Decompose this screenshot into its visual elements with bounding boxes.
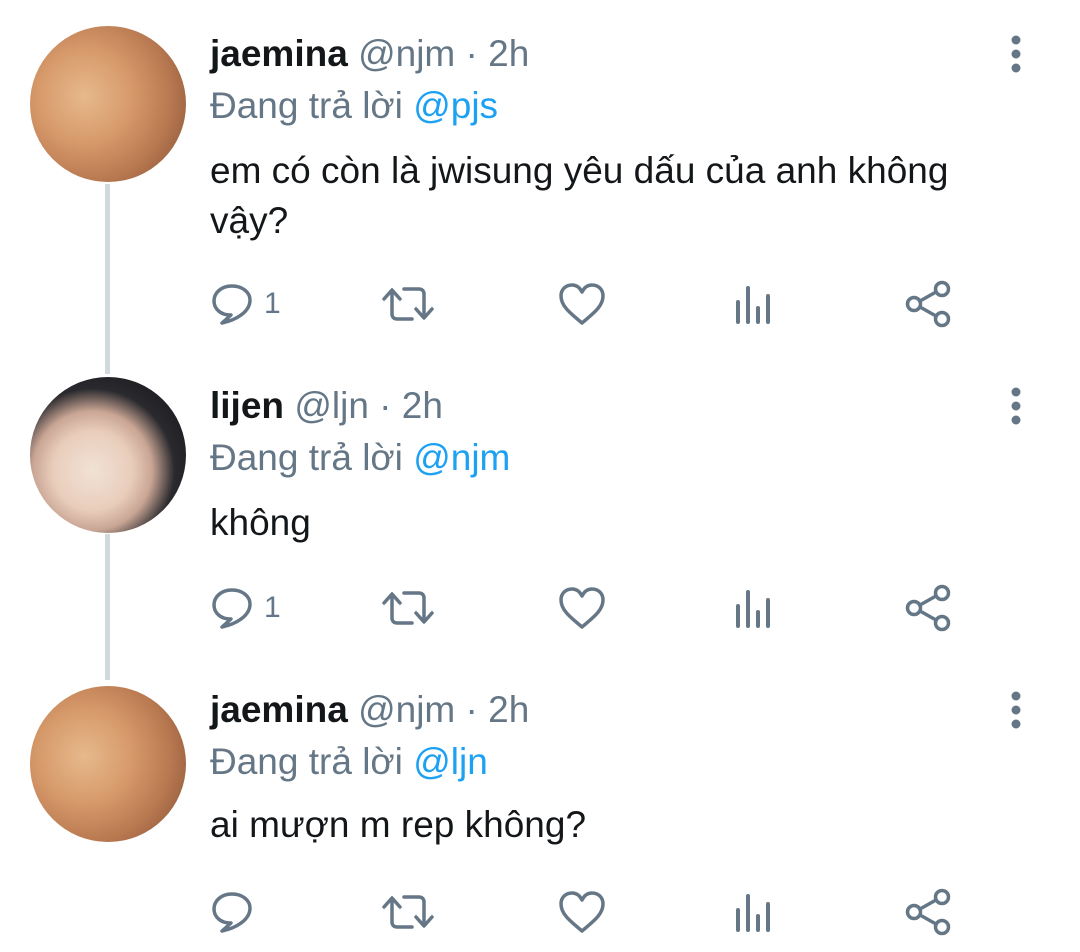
tweet-text: ai mượn m rep không?	[210, 804, 587, 845]
retweet-button[interactable]	[382, 888, 434, 936]
tweet-actions: 1	[210, 584, 970, 632]
share-button[interactable]	[904, 584, 952, 632]
replying-to: Đang trả lời @pjs	[210, 84, 498, 128]
reply-count: 1	[264, 591, 281, 624]
timestamp[interactable]: 2h	[402, 385, 443, 426]
share-button[interactable]	[904, 280, 952, 328]
tweet-text: không	[210, 502, 311, 543]
user-handle[interactable]: @njm	[358, 689, 455, 730]
analytics-button[interactable]	[734, 888, 774, 936]
thread-connector-line	[105, 534, 110, 680]
tweet-actions: 1	[210, 280, 970, 328]
retweet-icon	[382, 287, 434, 321]
tweet-thread: jaemina @njm · 2h Đang trả lời @pjs em c…	[0, 0, 1080, 952]
reply-icon	[212, 284, 252, 325]
analytics-icon	[736, 286, 770, 324]
analytics-button[interactable]	[734, 280, 774, 328]
analytics-icon	[736, 894, 770, 932]
replying-to-label: Đang trả lời	[210, 741, 403, 782]
tweet-header: lijen @ljn · 2h	[210, 384, 443, 428]
reply-icon	[212, 892, 252, 933]
more-vertical-icon[interactable]	[1004, 386, 1028, 426]
reply-icon	[212, 588, 252, 629]
like-icon	[559, 283, 605, 325]
reply-button[interactable]	[210, 888, 264, 936]
separator-dot: ·	[379, 385, 392, 426]
user-handle[interactable]: @ljn	[294, 385, 369, 426]
separator-dot: ·	[465, 689, 478, 730]
share-icon	[905, 584, 951, 632]
mention-link[interactable]: @ljn	[413, 741, 488, 782]
more-vertical-icon[interactable]	[1004, 690, 1028, 730]
share-button[interactable]	[904, 888, 952, 936]
tweet-actions	[210, 888, 970, 936]
avatar[interactable]	[30, 377, 186, 533]
mention-link[interactable]: @pjs	[413, 85, 498, 126]
share-icon	[905, 888, 951, 936]
analytics-button[interactable]	[734, 584, 774, 632]
like-button[interactable]	[558, 888, 606, 936]
tweet-header: jaemina @njm · 2h	[210, 32, 529, 76]
separator-dot: ·	[465, 33, 478, 74]
avatar[interactable]	[30, 26, 186, 182]
mention-link[interactable]: @njm	[413, 437, 510, 478]
like-button[interactable]	[558, 584, 606, 632]
display-name[interactable]: jaemina	[210, 689, 348, 730]
retweet-button[interactable]	[382, 280, 434, 328]
more-vertical-icon[interactable]	[1004, 34, 1028, 74]
tweet-header: jaemina @njm · 2h	[210, 688, 529, 732]
retweet-icon	[382, 895, 434, 929]
retweet-button[interactable]	[382, 584, 434, 632]
reply-count: 1	[264, 287, 281, 320]
replying-to-label: Đang trả lời	[210, 85, 403, 126]
reply-button[interactable]: 1	[210, 280, 281, 328]
retweet-icon	[382, 591, 434, 625]
thread-connector-line	[105, 184, 110, 374]
reply-button[interactable]: 1	[210, 584, 281, 632]
replying-to: Đang trả lời @ljn	[210, 740, 488, 784]
display-name[interactable]: jaemina	[210, 33, 348, 74]
replying-to: Đang trả lời @njm	[210, 436, 510, 480]
timestamp[interactable]: 2h	[488, 689, 529, 730]
like-icon	[559, 891, 605, 933]
share-icon	[905, 280, 951, 328]
avatar[interactable]	[30, 686, 186, 842]
timestamp[interactable]: 2h	[488, 33, 529, 74]
like-icon	[559, 587, 605, 629]
analytics-icon	[736, 590, 770, 628]
display-name[interactable]: lijen	[210, 385, 284, 426]
tweet-text: em có còn là jwisung yêu dấu của anh khô…	[210, 150, 949, 241]
like-button[interactable]	[558, 280, 606, 328]
user-handle[interactable]: @njm	[358, 33, 455, 74]
replying-to-label: Đang trả lời	[210, 437, 403, 478]
